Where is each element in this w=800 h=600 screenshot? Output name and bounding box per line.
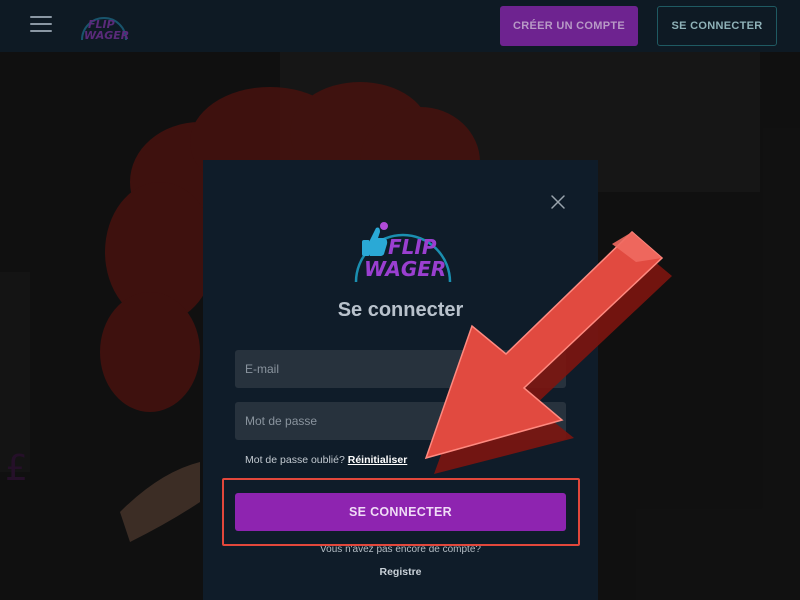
forgot-password-text: Mot de passe oublié? [245,454,345,466]
svg-text:WAGER: WAGER [364,257,446,281]
highlight-annotation-box [222,478,580,546]
hamburger-menu-icon[interactable] [30,16,52,34]
flipwager-logo: FLIP WAGER [354,222,452,283]
site-logo[interactable]: FLIP WAGER [76,8,132,44]
eye-icon[interactable] [541,413,557,429]
create-account-button[interactable]: CRÉER UN COMPTE [500,6,638,46]
svg-text:WAGER: WAGER [84,29,129,42]
register-link[interactable]: Registre [203,566,598,578]
svg-text:FLIP: FLIP [388,235,437,259]
header-login-button[interactable]: SE CONNECTER [657,6,777,46]
email-field[interactable] [235,350,566,388]
top-header: FLIP WAGER CRÉER UN COMPTE SE CONNECTER [0,0,800,52]
close-icon[interactable] [549,193,567,211]
password-field[interactable] [235,402,566,440]
reset-password-link[interactable]: Réinitialiser [348,454,408,466]
modal-title: Se connecter [337,299,464,321]
forgot-password-row: Mot de passe oublié? Réinitialiser [245,454,407,466]
